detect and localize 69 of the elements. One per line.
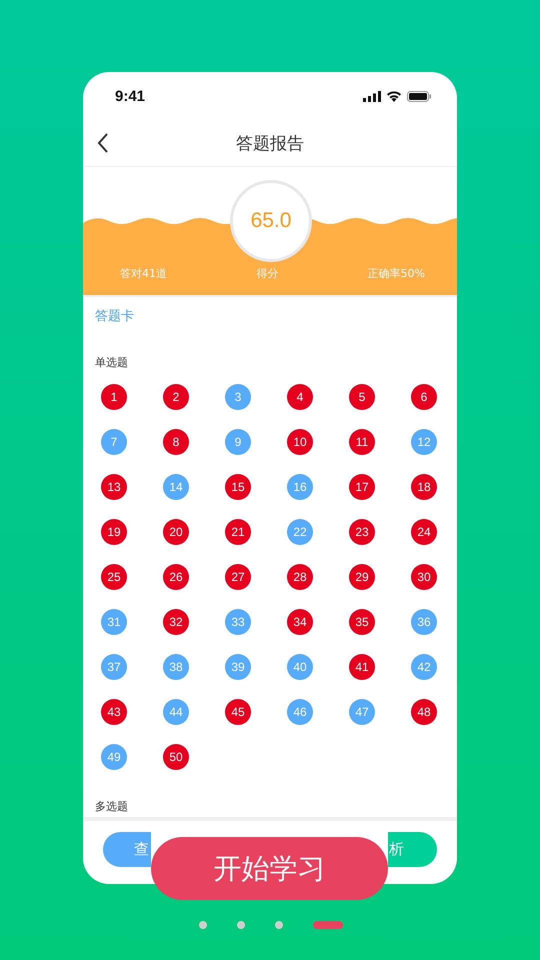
question-number[interactable]: 1 xyxy=(101,384,127,410)
question-number[interactable]: 2 xyxy=(163,384,189,410)
question-number[interactable]: 4 xyxy=(287,384,313,410)
question-number[interactable]: 15 xyxy=(225,474,251,500)
question-number[interactable]: 12 xyxy=(411,428,437,454)
question-number[interactable]: 11 xyxy=(349,428,375,454)
question-number[interactable]: 43 xyxy=(101,698,127,724)
question-number[interactable]: 10 xyxy=(287,428,313,454)
question-number[interactable]: 14 xyxy=(163,474,189,500)
question-number[interactable]: 33 xyxy=(225,608,251,634)
question-number[interactable]: 47 xyxy=(349,698,375,724)
accuracy-rate: 正确率50% xyxy=(368,266,425,281)
question-number[interactable]: 36 xyxy=(411,608,437,634)
score-value: 65.0 xyxy=(250,209,292,233)
battery-icon xyxy=(407,90,431,102)
question-number[interactable]: 28 xyxy=(287,564,313,590)
section-title: 多选题 xyxy=(95,799,128,814)
question-number[interactable]: 34 xyxy=(287,608,313,634)
question-number[interactable]: 9 xyxy=(225,428,251,454)
question-number[interactable]: 30 xyxy=(411,564,437,590)
question-number[interactable]: 21 xyxy=(225,518,251,544)
score-label: 得分 xyxy=(256,266,278,281)
question-number[interactable]: 48 xyxy=(411,698,437,724)
question-number[interactable]: 37 xyxy=(101,654,127,680)
question-number[interactable]: 35 xyxy=(349,608,375,634)
question-number[interactable]: 38 xyxy=(163,654,189,680)
question-number[interactable]: 31 xyxy=(101,608,127,634)
question-number[interactable]: 22 xyxy=(287,518,313,544)
question-number[interactable]: 26 xyxy=(163,564,189,590)
question-number[interactable]: 7 xyxy=(101,428,127,454)
question-number[interactable]: 8 xyxy=(163,428,189,454)
status-time: 9:41 xyxy=(115,88,146,104)
page-indicator[interactable] xyxy=(275,921,283,929)
question-number[interactable]: 25 xyxy=(101,564,127,590)
question-number[interactable]: 50 xyxy=(163,744,189,770)
question-number[interactable]: 39 xyxy=(225,654,251,680)
question-number[interactable]: 5 xyxy=(349,384,375,410)
page-indicator[interactable] xyxy=(313,921,343,929)
page-indicator[interactable] xyxy=(199,921,207,929)
question-number[interactable]: 42 xyxy=(411,654,437,680)
question-number[interactable]: 41 xyxy=(349,654,375,680)
page-indicator[interactable] xyxy=(237,921,245,929)
page-title: 答题报告 xyxy=(236,132,304,154)
question-number[interactable]: 27 xyxy=(225,564,251,590)
question-number[interactable]: 23 xyxy=(349,518,375,544)
footer-button[interactable]: 查 xyxy=(103,832,151,867)
question-number[interactable]: 13 xyxy=(101,474,127,500)
question-number[interactable]: 17 xyxy=(349,474,375,500)
question-number[interactable]: 40 xyxy=(287,654,313,680)
answer-card-title: 答题卡 xyxy=(95,308,134,325)
start-button[interactable]: 开始学习 xyxy=(151,837,388,900)
question-number[interactable]: 20 xyxy=(163,518,189,544)
question-number[interactable]: 3 xyxy=(225,384,251,410)
question-number[interactable]: 16 xyxy=(287,474,313,500)
question-number[interactable]: 29 xyxy=(349,564,375,590)
question-number[interactable]: 46 xyxy=(287,698,313,724)
correct-count: 答对41道 xyxy=(120,266,167,281)
question-number[interactable]: 18 xyxy=(411,474,437,500)
back-icon[interactable] xyxy=(97,133,109,153)
question-number[interactable]: 32 xyxy=(163,608,189,634)
question-number[interactable]: 19 xyxy=(101,518,127,544)
section-title: 单选题 xyxy=(95,355,128,370)
question-number[interactable]: 6 xyxy=(411,384,437,410)
question-number[interactable]: 44 xyxy=(163,698,189,724)
question-number[interactable]: 24 xyxy=(411,518,437,544)
question-number[interactable]: 45 xyxy=(225,698,251,724)
question-number[interactable]: 49 xyxy=(101,744,127,770)
signal-icon xyxy=(363,90,381,102)
wifi-icon xyxy=(386,90,402,102)
